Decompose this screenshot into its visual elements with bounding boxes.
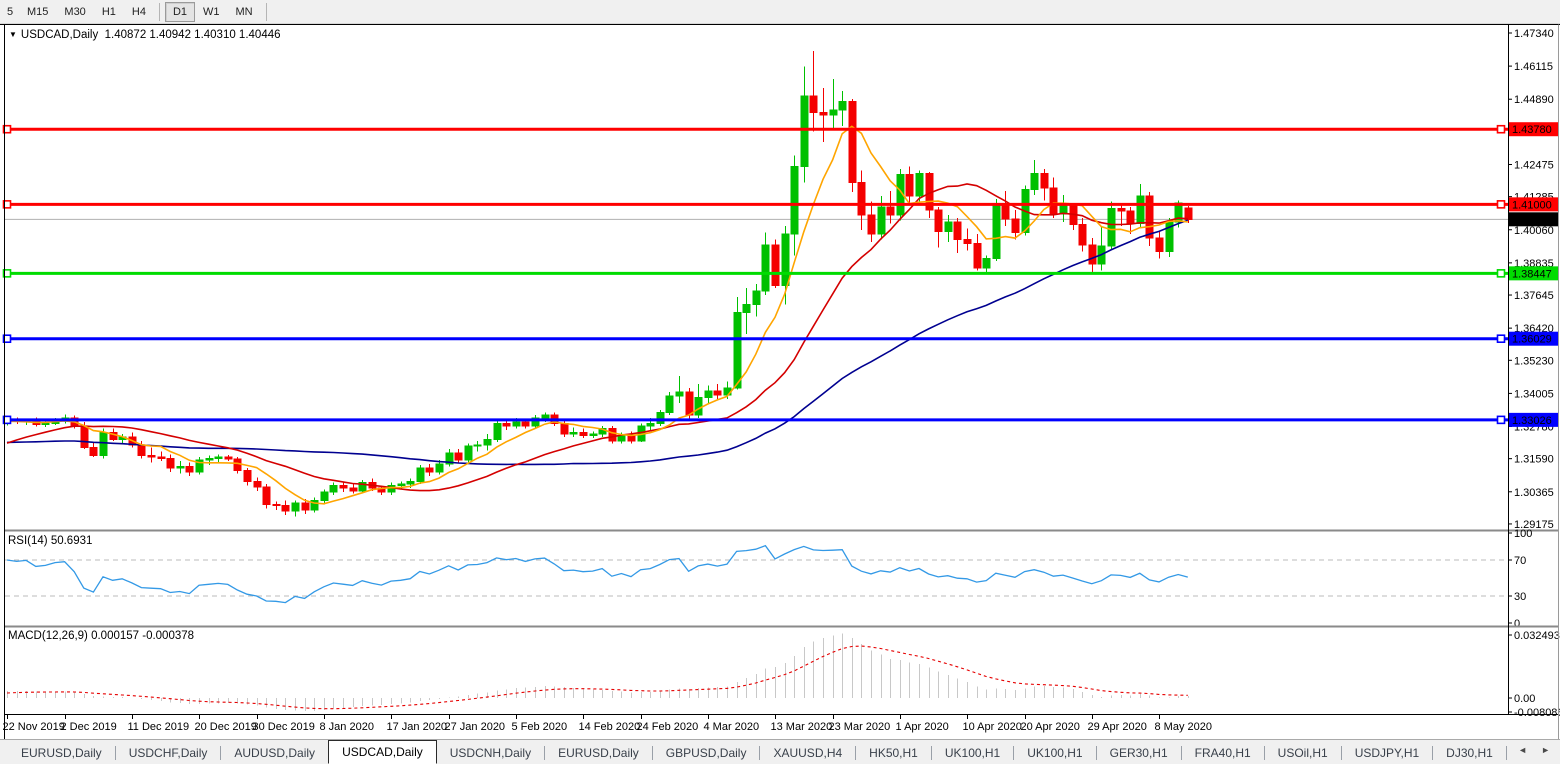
tab-scroll-right-icon[interactable]: ► bbox=[1541, 745, 1550, 755]
chart-title: ▼ USDCAD,Daily 1.40872 1.40942 1.40310 1.… bbox=[9, 29, 281, 41]
chart-tab-hk50-h1[interactable]: HK50,H1 bbox=[856, 742, 931, 764]
toolbar-separator bbox=[159, 3, 160, 21]
rsi-indicator-label: RSI(14) 50.6931 bbox=[8, 535, 92, 547]
chart-area[interactable]: 1.473401.461151.448901.424751.412851.400… bbox=[0, 24, 1560, 739]
svg-text:13 Mar 2020: 13 Mar 2020 bbox=[771, 721, 833, 733]
chart-tab-xauusd-h4[interactable]: XAUUSD,H4 bbox=[760, 742, 855, 764]
svg-text:1.38447: 1.38447 bbox=[1512, 268, 1552, 280]
svg-text:1.41000: 1.41000 bbox=[1512, 199, 1552, 211]
timeframe-button-m30[interactable]: M30 bbox=[56, 2, 93, 22]
svg-text:29 Apr 2020: 29 Apr 2020 bbox=[1088, 721, 1147, 733]
svg-text:30: 30 bbox=[1514, 591, 1526, 603]
chart-tab-gbpusd-daily[interactable]: GBPUSD,Daily bbox=[653, 742, 760, 764]
timeframe-toolbar: 5M15M30H1H4 D1W1MN bbox=[0, 0, 1560, 24]
chart-tab-eurusd-daily[interactable]: EURUSD,Daily bbox=[545, 742, 652, 764]
svg-text:4 Mar 2020: 4 Mar 2020 bbox=[704, 721, 760, 733]
svg-text:1.43780: 1.43780 bbox=[1512, 124, 1552, 136]
svg-text:1.42475: 1.42475 bbox=[1514, 159, 1554, 171]
svg-text:8 Jan 2020: 8 Jan 2020 bbox=[320, 721, 374, 733]
svg-text:1.30365: 1.30365 bbox=[1514, 487, 1554, 499]
tab-scroll-left-icon[interactable]: ◄ bbox=[1518, 745, 1527, 755]
svg-text:24 Feb 2020: 24 Feb 2020 bbox=[637, 721, 699, 733]
chart-symbol-period: USDCAD,Daily bbox=[21, 29, 98, 41]
timeframe-button-mn[interactable]: MN bbox=[228, 2, 261, 22]
chart-tab-usdjpy-h1[interactable]: USDJPY,H1 bbox=[1342, 742, 1432, 764]
svg-text:10 Apr 2020: 10 Apr 2020 bbox=[963, 721, 1022, 733]
svg-text:1.36029: 1.36029 bbox=[1512, 334, 1552, 346]
timeframe-button-d1[interactable]: D1 bbox=[165, 2, 195, 22]
toolbar-separator bbox=[266, 3, 267, 21]
svg-text:11 Dec 2019: 11 Dec 2019 bbox=[128, 721, 190, 733]
macd-indicator-label: MACD(12,26,9) 0.000157 -0.000378 bbox=[8, 630, 194, 642]
timeframe-button-h4[interactable]: H4 bbox=[124, 2, 154, 22]
svg-text:1.40446: 1.40446 bbox=[1512, 214, 1552, 226]
svg-text:0.00: 0.00 bbox=[1514, 693, 1535, 705]
svg-text:17 Jan 2020: 17 Jan 2020 bbox=[387, 721, 448, 733]
chart-tab-uk100-h1[interactable]: UK100,H1 bbox=[932, 742, 1013, 764]
svg-text:1 Apr 2020: 1 Apr 2020 bbox=[896, 721, 949, 733]
svg-text:1.46115: 1.46115 bbox=[1514, 61, 1553, 73]
symbol-dropdown-icon[interactable]: ▼ bbox=[9, 30, 17, 39]
chart-tab-dj30-h1[interactable]: DJ30,H1 bbox=[1433, 742, 1506, 764]
svg-text:100: 100 bbox=[1514, 528, 1532, 540]
svg-text:2 Dec 2019: 2 Dec 2019 bbox=[61, 721, 117, 733]
svg-text:5 Feb 2020: 5 Feb 2020 bbox=[512, 721, 568, 733]
chart-tab-bar: EURUSD,DailyUSDCHF,DailyAUDUSD,DailyUSDC… bbox=[0, 739, 1560, 764]
timeframe-button-h1[interactable]: H1 bbox=[94, 2, 124, 22]
svg-text:1.31590: 1.31590 bbox=[1514, 454, 1554, 466]
svg-text:-0.008086: -0.008086 bbox=[1514, 707, 1560, 719]
timeframe-button-w1[interactable]: W1 bbox=[195, 2, 228, 22]
svg-text:20 Apr 2020: 20 Apr 2020 bbox=[1021, 721, 1080, 733]
chart-tab-usdcnh-daily[interactable]: USDCNH,Daily bbox=[437, 742, 544, 764]
macd-histogram bbox=[8, 634, 1189, 711]
svg-text:1.33026: 1.33026 bbox=[1512, 415, 1552, 427]
svg-text:27 Jan 2020: 27 Jan 2020 bbox=[445, 721, 506, 733]
tab-scroll-arrows: ◄ ► bbox=[1518, 745, 1550, 755]
svg-text:70: 70 bbox=[1514, 555, 1526, 567]
chart-tab-fra40-h1[interactable]: FRA40,H1 bbox=[1182, 742, 1264, 764]
timeframe-button-5[interactable]: 5 bbox=[1, 2, 19, 22]
svg-text:20 Dec 2019: 20 Dec 2019 bbox=[195, 721, 257, 733]
svg-text:1.44890: 1.44890 bbox=[1514, 94, 1554, 106]
svg-text:1.35230: 1.35230 bbox=[1514, 355, 1554, 367]
chart-tab-usdchf-daily[interactable]: USDCHF,Daily bbox=[116, 742, 221, 764]
chart-tab-ger30-h1[interactable]: GER30,H1 bbox=[1097, 742, 1181, 764]
svg-text:1.47340: 1.47340 bbox=[1514, 28, 1554, 40]
price-chart-canvas[interactable]: 1.473401.461151.448901.424751.412851.400… bbox=[0, 24, 1560, 739]
mt4-chart-window: 5M15M30H1H4 D1W1MN 1.47340 1.46115 1.44890 1… bbox=[0, 0, 1560, 764]
chart-tab-audusd-daily[interactable]: AUDUSD,Daily bbox=[221, 742, 328, 764]
chart-tab-usdcad-daily-active[interactable]: USDCAD,Daily bbox=[328, 740, 437, 764]
chart-tab-uk100-h1[interactable]: UK100,H1 bbox=[1014, 742, 1095, 764]
svg-text:23 Mar 2020: 23 Mar 2020 bbox=[829, 721, 891, 733]
svg-text:14 Feb 2020: 14 Feb 2020 bbox=[579, 721, 641, 733]
svg-text:0: 0 bbox=[1514, 618, 1520, 630]
svg-text:1.37645: 1.37645 bbox=[1514, 290, 1554, 302]
tab-separator bbox=[1506, 746, 1507, 760]
chart-tab-eurusd-daily[interactable]: EURUSD,Daily bbox=[8, 742, 115, 764]
svg-text:0.032493: 0.032493 bbox=[1514, 630, 1560, 642]
timeframe-button-m15[interactable]: M15 bbox=[19, 2, 56, 22]
chart-ohlc-values: 1.40872 1.40942 1.40310 1.40446 bbox=[105, 29, 281, 41]
svg-text:1.34005: 1.34005 bbox=[1514, 388, 1554, 400]
svg-text:8 May 2020: 8 May 2020 bbox=[1155, 721, 1212, 733]
chart-tab-usoil-h1[interactable]: USOil,H1 bbox=[1265, 742, 1341, 764]
svg-text:30 Dec 2019: 30 Dec 2019 bbox=[253, 721, 315, 733]
svg-text:1.40060: 1.40060 bbox=[1514, 225, 1554, 237]
svg-text:22 Nov 2019: 22 Nov 2019 bbox=[3, 721, 65, 733]
